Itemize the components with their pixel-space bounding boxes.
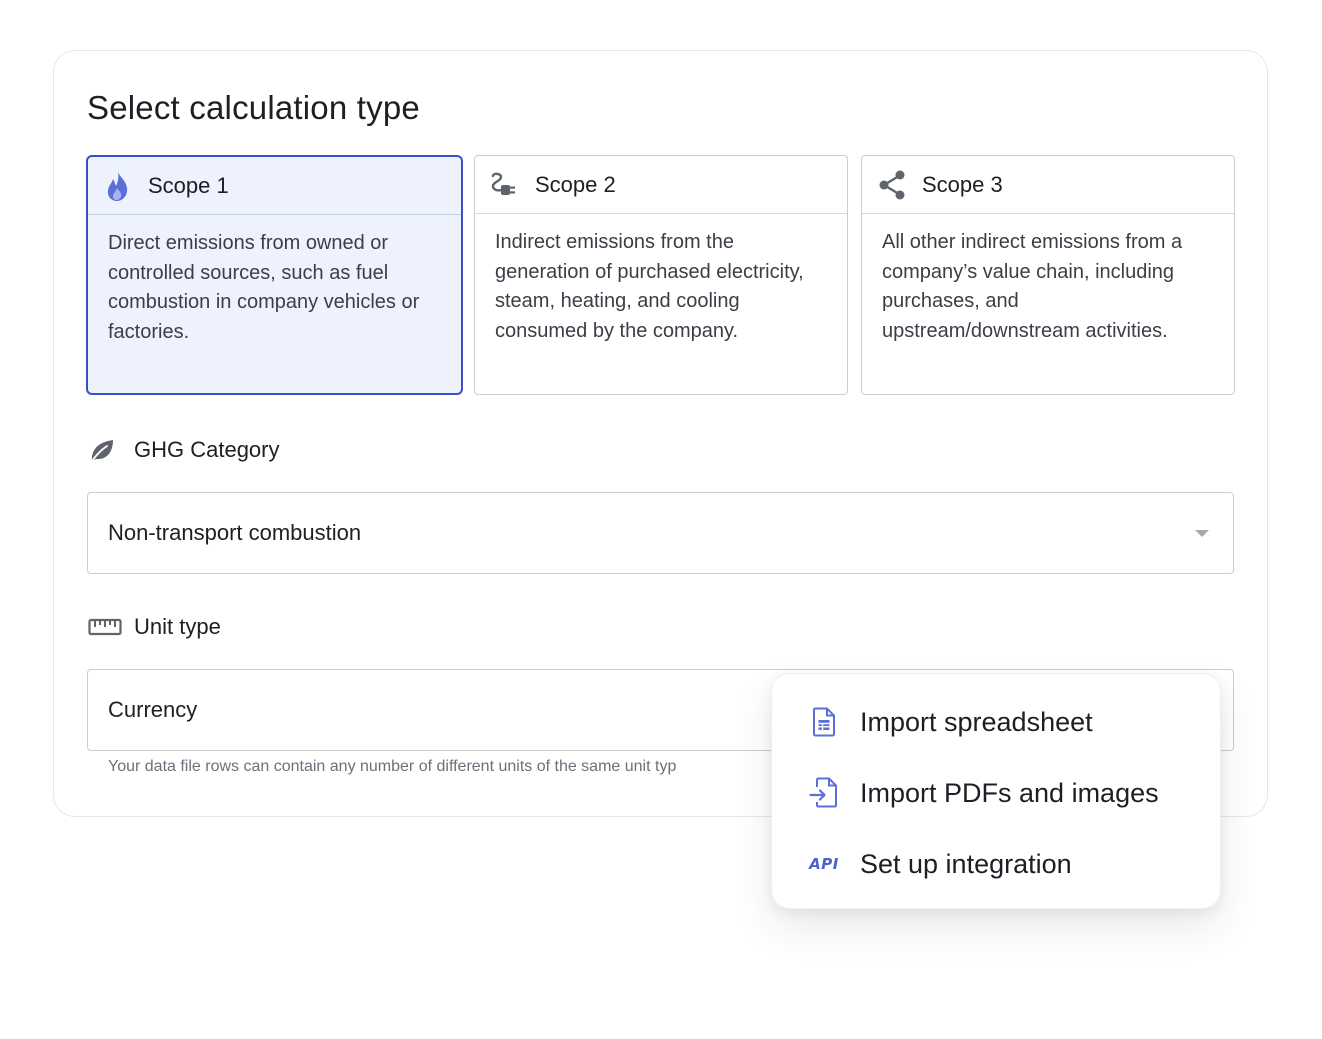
import-spreadsheet-item[interactable]: Import spreadsheet bbox=[808, 698, 1093, 746]
file-import-icon bbox=[808, 777, 840, 809]
unit-type-text: Unit type bbox=[134, 614, 221, 639]
flame-icon bbox=[102, 170, 134, 202]
scope-2-header: Scope 2 bbox=[475, 156, 847, 214]
scope-3-header: Scope 3 bbox=[862, 156, 1234, 214]
scope-1-description: Direct emissions from owned or controlle… bbox=[108, 232, 420, 343]
plug-icon bbox=[489, 169, 521, 201]
unit-type-value: Currency bbox=[108, 697, 198, 722]
scope-2-card[interactable]: Scope 2 Indirect emissions from the gene… bbox=[474, 155, 848, 395]
unit-type-label: Unit type bbox=[88, 613, 221, 641]
ghg-category-value: Non-transport combustion bbox=[108, 520, 362, 545]
import-spreadsheet-label: Import spreadsheet bbox=[860, 706, 1093, 737]
scope-3-description: All other indirect emissions from a comp… bbox=[882, 231, 1183, 342]
unit-type-helper-text: Your data file rows can contain any numb… bbox=[108, 758, 677, 775]
import-menu: Import spreadsheet Import PDFs and image… bbox=[771, 673, 1221, 909]
ruler-icon bbox=[88, 613, 122, 641]
api-icon: API bbox=[809, 855, 839, 873]
ghg-category-text: GHG Category bbox=[134, 437, 280, 462]
scope-2-description: Indirect emissions from the generation o… bbox=[495, 231, 804, 342]
set-up-integration-item[interactable]: API Set up integration bbox=[808, 840, 1072, 888]
import-pdfs-images-label: Import PDFs and images bbox=[860, 777, 1159, 808]
share-icon bbox=[876, 169, 908, 201]
ghg-category-label: GHG Category bbox=[88, 436, 280, 464]
scope-2-label: Scope 2 bbox=[535, 171, 616, 197]
scope-1-label: Scope 1 bbox=[148, 172, 229, 198]
scope-1-card[interactable]: Scope 1 Direct emissions from owned or c… bbox=[86, 155, 463, 395]
scope-3-label: Scope 3 bbox=[922, 171, 1003, 197]
leaf-icon bbox=[88, 436, 122, 464]
ghg-category-select[interactable]: Non-transport combustion bbox=[87, 492, 1234, 574]
chevron-down-icon bbox=[1195, 530, 1209, 537]
page-title: Select calculation type bbox=[87, 89, 420, 126]
spreadsheet-icon bbox=[808, 706, 840, 738]
scope-1-header: Scope 1 bbox=[88, 157, 461, 215]
scope-3-card[interactable]: Scope 3 All other indirect emissions fro… bbox=[861, 155, 1235, 395]
set-up-integration-label: Set up integration bbox=[860, 848, 1072, 879]
import-pdfs-images-item[interactable]: Import PDFs and images bbox=[808, 769, 1159, 817]
